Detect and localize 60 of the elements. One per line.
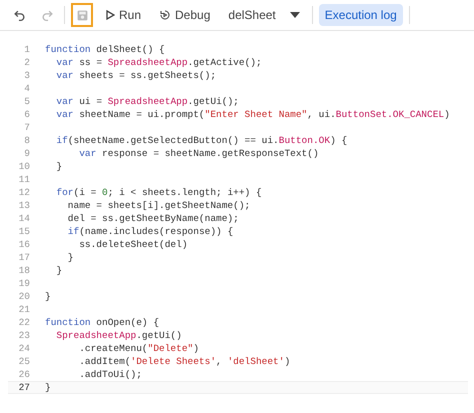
- line-number: 15: [18, 226, 30, 237]
- code-line: if(name.includes(response)) {: [66, 226, 234, 237]
- line-number: 24: [18, 343, 30, 354]
- code-line: SpreadsheetApp.getUi(): [55, 330, 182, 341]
- code-line: }: [66, 252, 74, 263]
- code-line: function onOpen(e) {: [45, 317, 160, 328]
- line-number: 4: [23, 83, 30, 94]
- line-number: 27: [18, 382, 30, 393]
- code-line: }: [55, 161, 62, 172]
- code-line: var ui = SpreadsheetApp.getUi();: [55, 96, 239, 107]
- line-number: 2: [23, 57, 30, 68]
- debug-icon: [159, 9, 172, 21]
- code-line: function delSheet() {: [45, 44, 165, 55]
- line-number: 5: [23, 96, 30, 107]
- undo-icon: [12, 8, 26, 22]
- code-line: var response = sheetName.getResponseText(): [78, 148, 319, 159]
- line-number: 14: [18, 213, 30, 224]
- code-line: }: [55, 265, 62, 276]
- line-number: 25: [18, 356, 30, 367]
- code-line: }: [45, 382, 51, 393]
- line-number: 7: [23, 122, 30, 133]
- line-number: 1: [23, 44, 30, 55]
- line-number: 6: [23, 109, 30, 120]
- save-button[interactable]: [71, 3, 93, 27]
- code-line: for(i = 0; i < sheets.length; i++) {: [55, 187, 262, 198]
- line-number: 23: [18, 330, 30, 341]
- line-number: 26: [18, 369, 30, 380]
- code-line: var sheets = ss.getSheets();: [55, 70, 216, 81]
- line-number: 3: [23, 70, 30, 81]
- save-icon: [76, 8, 88, 22]
- code-line: .createMenu("Delete"): [78, 343, 199, 354]
- redo-icon: [40, 8, 54, 22]
- code-line: var sheetName = ui.prompt("Enter Sheet Name", ui.ButtonSet.OK_CANCEL): [55, 109, 450, 120]
- code-line: .addItem('Delete Sheets', 'delSheet'): [78, 356, 290, 367]
- line-number: 19: [18, 278, 30, 289]
- run-button[interactable]: Run: [99, 4, 148, 26]
- line-number: 11: [18, 174, 30, 185]
- line-number: 22: [18, 317, 30, 328]
- execution-log-button[interactable]: Execution log: [318, 4, 403, 26]
- code-line: name = sheets[i].getSheetName();: [66, 200, 250, 211]
- code-line: .addToUi();: [78, 369, 142, 380]
- debug-button[interactable]: Debug: [153, 4, 216, 26]
- play-icon: [105, 10, 115, 20]
- line-number: 13: [18, 200, 30, 211]
- line-number: 8: [23, 135, 30, 146]
- code-line: if(sheetName.getSelectedButton() == ui.Button.OK) {: [55, 135, 348, 146]
- code-line: ss.deleteSheet(del): [78, 239, 188, 250]
- line-number: 18: [18, 265, 30, 276]
- caret-icon: [290, 12, 300, 18]
- line-number: 20: [18, 291, 30, 302]
- code-line: del = ss.getSheetByName(name);: [66, 213, 239, 224]
- function-select[interactable]: delSheet: [222, 4, 306, 26]
- line-number: 21: [18, 304, 30, 315]
- line-number: 12: [18, 187, 30, 198]
- line-number: 16: [18, 239, 30, 250]
- line-number: 10: [18, 161, 30, 172]
- line-number: 9: [23, 148, 30, 159]
- line-number: 17: [18, 252, 30, 263]
- code-line: }: [45, 291, 51, 302]
- code-line: var ss = SpreadsheetApp.getActive();: [55, 57, 262, 68]
